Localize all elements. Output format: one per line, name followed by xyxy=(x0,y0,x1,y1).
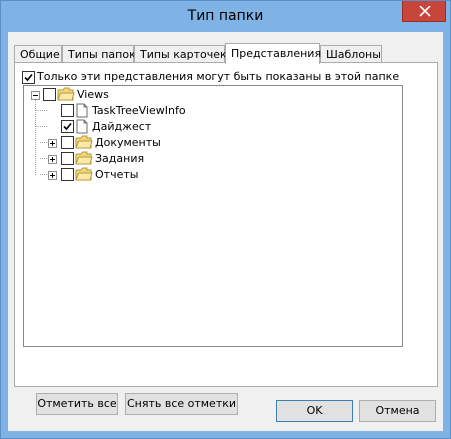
tab-templates[interactable]: Шаблоны xyxy=(320,45,382,63)
folder-icon xyxy=(75,151,93,165)
folder-icon xyxy=(57,87,75,101)
expand-toggle[interactable] xyxy=(48,171,57,180)
close-icon xyxy=(419,6,431,17)
title-bar[interactable]: Тип папки xyxy=(1,1,450,32)
tree-node-label: Отчеты xyxy=(95,168,139,181)
tree-node-checkbox[interactable] xyxy=(61,136,74,149)
collapse-toggle[interactable] xyxy=(31,91,40,100)
tree-node-tasktreeviewinfo[interactable]: TaskTreeViewInfo xyxy=(24,103,224,119)
dialog-window: Тип папки Общие Типы папок Типы карточек… xyxy=(0,0,451,439)
tree-node-checkbox[interactable] xyxy=(61,104,74,117)
tree-node-tasks[interactable]: Задания xyxy=(24,151,224,167)
tree-node-label: Документы xyxy=(95,136,161,149)
only-these-views-checkbox[interactable] xyxy=(22,71,35,84)
tree-node-label: Views xyxy=(77,88,109,101)
tab-general[interactable]: Общие xyxy=(14,45,62,63)
views-tree[interactable]: Views TaskTreeViewInfo Дайджест Документ… xyxy=(23,85,403,347)
tree-node-label: TaskTreeViewInfo xyxy=(92,104,186,117)
tree-node-root[interactable]: Views xyxy=(24,87,224,103)
tab-card-types[interactable]: Типы карточек xyxy=(134,45,227,63)
checkmark-icon xyxy=(63,122,72,131)
tree-node-digest[interactable]: Дайджест xyxy=(24,119,224,135)
dialog-body: Общие Типы папок Типы карточек Представл… xyxy=(8,32,443,431)
checkmark-icon xyxy=(24,73,33,82)
close-button[interactable] xyxy=(402,1,446,22)
tab-folder-types[interactable]: Типы папок xyxy=(62,45,136,63)
tree-node-label: Дайджест xyxy=(92,120,152,133)
only-these-views-label: Только эти представления могут быть пока… xyxy=(37,70,400,83)
check-all-button[interactable]: Отметить все xyxy=(36,393,118,415)
folder-icon xyxy=(75,135,93,149)
document-icon xyxy=(76,119,88,134)
tree-node-checkbox[interactable] xyxy=(61,120,74,133)
tree-node-checkbox[interactable] xyxy=(61,168,74,181)
cancel-button[interactable]: Отмена xyxy=(359,400,436,422)
tree-node-reports[interactable]: Отчеты xyxy=(24,167,224,183)
document-icon xyxy=(76,103,88,118)
tree-node-documents[interactable]: Документы xyxy=(24,135,224,151)
expand-toggle[interactable] xyxy=(48,155,57,164)
tree-node-checkbox[interactable] xyxy=(43,88,56,101)
folder-icon xyxy=(75,167,93,181)
tree-node-checkbox[interactable] xyxy=(61,152,74,165)
ok-button[interactable]: OK xyxy=(276,400,353,422)
window-title: Тип папки xyxy=(187,8,264,24)
uncheck-all-button[interactable]: Снять все отметки xyxy=(125,393,238,415)
tree-node-label: Задания xyxy=(95,152,145,165)
views-tab-panel: Только эти представления могут быть пока… xyxy=(14,62,438,415)
expand-toggle[interactable] xyxy=(48,139,57,148)
tab-views[interactable]: Представления xyxy=(225,43,321,64)
